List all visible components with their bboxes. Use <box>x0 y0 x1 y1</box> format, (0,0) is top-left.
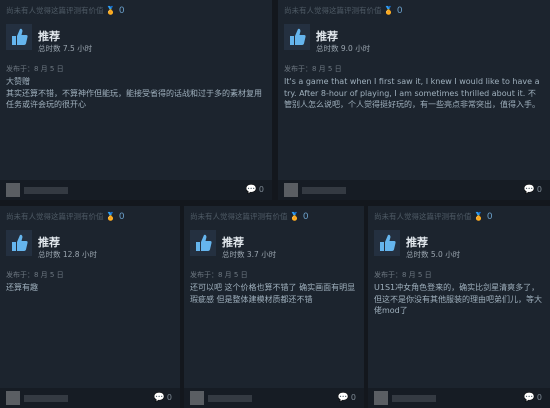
posted-date: 发布于：8 月 5 日 <box>190 271 248 279</box>
avatar[interactable] <box>6 391 20 405</box>
comment-bubble-icon: 💬 <box>523 185 535 195</box>
comment-bubble-icon: 💬 <box>523 393 535 403</box>
review-text[interactable]: 还算有趣 <box>6 282 172 294</box>
comment-count[interactable]: 💬 0 <box>154 393 172 403</box>
username-blurred[interactable] <box>392 395 436 402</box>
review-footer: 💬 0 <box>0 388 180 408</box>
helpful-count-line: 尚未有人觉得这篇评测有价值 🏅 0 <box>190 211 309 222</box>
comment-bubble-icon: 💬 <box>245 185 257 195</box>
comment-bubble-icon: 💬 <box>153 393 165 403</box>
thumbs-up-icon <box>190 230 216 256</box>
comment-count[interactable]: 💬 0 <box>246 185 264 195</box>
comment-count[interactable]: 💬 0 <box>524 393 542 403</box>
award-icon[interactable]: 🏅 <box>106 6 116 15</box>
review-footer: 💬 0 <box>0 180 272 200</box>
playtime: 总时数 7.5 小时 <box>38 44 93 53</box>
username-blurred[interactable] <box>24 395 68 402</box>
award-count: 0 <box>118 212 125 222</box>
thumbs-up-icon <box>374 230 400 256</box>
comment-count-value: 0 <box>258 185 264 194</box>
recommendation-label[interactable]: 推荐 <box>316 28 338 44</box>
comment-bubble-icon: 💬 <box>337 393 349 403</box>
playtime: 总时数 5.0 小时 <box>406 250 461 259</box>
comment-count-value: 0 <box>166 393 172 402</box>
helpful-count-line: 尚未有人觉得这篇评测有价值 🏅 0 <box>6 5 125 16</box>
review-card: 尚未有人觉得这篇评测有价值 🏅 0 推荐 总时数 7.5 小时 发布于：8 月 5… <box>0 0 272 200</box>
review-footer: 💬 0 <box>368 388 550 408</box>
posted-date: 发布于：8 月 5 日 <box>374 271 432 279</box>
helpful-count-line: 尚未有人觉得这篇评测有价值 🏅 0 <box>284 5 403 16</box>
username-blurred[interactable] <box>208 395 252 402</box>
helpful-text: 尚未有人觉得这篇评测有价值 <box>190 212 288 221</box>
playtime: 总时数 9.0 小时 <box>316 44 371 53</box>
helpful-text: 尚未有人觉得这篇评测有价值 <box>284 6 382 15</box>
review-text[interactable]: 大赞赠 其实还算不错，不算神作但能玩，能接受省得的话战和过于多的素材复用任务或许… <box>6 76 264 111</box>
award-count: 0 <box>396 6 403 16</box>
review-card: 尚未有人觉得这篇评测有价值 🏅 0 推荐 总时数 9.0 小时 发布于：8 月 5… <box>278 0 550 200</box>
comment-count[interactable]: 💬 0 <box>338 393 356 403</box>
review-footer: 💬 0 <box>184 388 364 408</box>
review-text[interactable]: 还可以吧 这个价格也算不错了 确实画面有明显瑕疵感 但是整体建模材质都还不错 <box>190 282 356 305</box>
recommendation-label[interactable]: 推荐 <box>38 234 60 250</box>
award-icon[interactable]: 🏅 <box>474 212 484 221</box>
comment-count-value: 0 <box>536 393 542 402</box>
playtime: 总时数 12.8 小时 <box>38 250 97 259</box>
comment-count[interactable]: 💬 0 <box>524 185 542 195</box>
recommendation-label[interactable]: 推荐 <box>406 234 428 250</box>
avatar[interactable] <box>284 183 298 197</box>
review-card: 尚未有人觉得这篇评测有价值 🏅 0 推荐 总时数 5.0 小时 发布于：8 月 5… <box>368 206 550 408</box>
helpful-count-line: 尚未有人觉得这篇评测有价值 🏅 0 <box>6 211 125 222</box>
review-card: 尚未有人觉得这篇评测有价值 🏅 0 推荐 总时数 3.7 小时 发布于：8 月 5… <box>184 206 364 408</box>
posted-date: 发布于：8 月 5 日 <box>6 65 64 73</box>
playtime: 总时数 3.7 小时 <box>222 250 277 259</box>
award-count: 0 <box>486 212 493 222</box>
helpful-text: 尚未有人觉得这篇评测有价值 <box>6 212 104 221</box>
username-blurred[interactable] <box>24 187 68 194</box>
review-text[interactable]: U1S1冲女角色登来的，确实比剑星清爽多了，但这不是你没有其他服装的理由吧弟们儿… <box>374 282 542 317</box>
award-icon[interactable]: 🏅 <box>384 6 394 15</box>
award-icon[interactable]: 🏅 <box>106 212 116 221</box>
recommendation-label[interactable]: 推荐 <box>38 28 60 44</box>
helpful-count-line: 尚未有人觉得这篇评测有价值 🏅 0 <box>374 211 493 222</box>
username-blurred[interactable] <box>302 187 346 194</box>
comment-count-value: 0 <box>350 393 356 402</box>
comment-count-value: 0 <box>536 185 542 194</box>
helpful-text: 尚未有人觉得这篇评测有价值 <box>6 6 104 15</box>
posted-date: 发布于：8 月 5 日 <box>284 65 342 73</box>
review-footer: 💬 0 <box>278 180 550 200</box>
avatar[interactable] <box>190 391 204 405</box>
award-count: 0 <box>302 212 309 222</box>
avatar[interactable] <box>374 391 388 405</box>
award-count: 0 <box>118 6 125 16</box>
review-card: 尚未有人觉得这篇评测有价值 🏅 0 推荐 总时数 12.8 小时 发布于：8 月 … <box>0 206 180 408</box>
recommendation-label[interactable]: 推荐 <box>222 234 244 250</box>
helpful-text: 尚未有人觉得这篇评测有价值 <box>374 212 472 221</box>
thumbs-up-icon <box>284 24 310 50</box>
thumbs-up-icon <box>6 230 32 256</box>
review-text[interactable]: It's a game that when I first saw it, I … <box>284 76 542 111</box>
posted-date: 发布于：8 月 5 日 <box>6 271 64 279</box>
thumbs-up-icon <box>6 24 32 50</box>
award-icon[interactable]: 🏅 <box>290 212 300 221</box>
avatar[interactable] <box>6 183 20 197</box>
